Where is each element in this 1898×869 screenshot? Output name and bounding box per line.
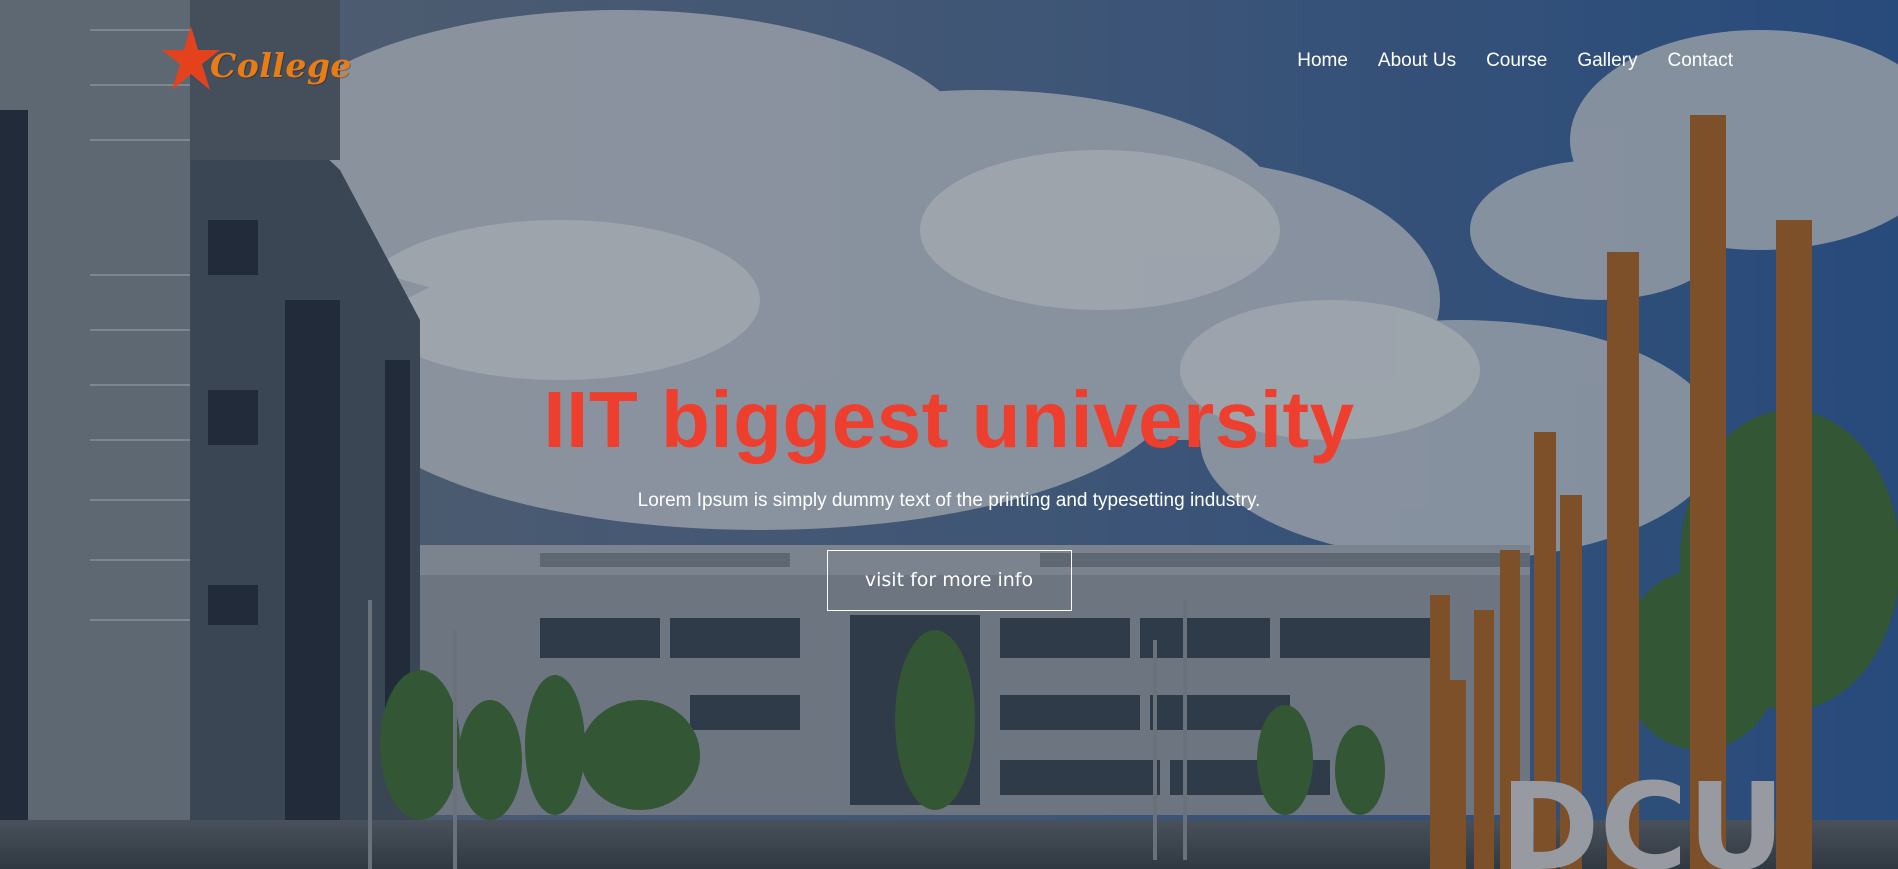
hero-section: DCU College Home About Us Course Gallery… bbox=[0, 0, 1898, 869]
logo-link[interactable]: College bbox=[162, 24, 351, 100]
top-navbar: College Home About Us Course Gallery Con… bbox=[0, 0, 1898, 120]
nav-item-course[interactable]: Course bbox=[1486, 48, 1547, 74]
hero-title: IIT biggest university bbox=[543, 375, 1355, 464]
nav-item-home[interactable]: Home bbox=[1297, 48, 1348, 74]
logo-text: College bbox=[210, 46, 352, 85]
main-nav: Home About Us Course Gallery Contact bbox=[1267, 48, 1733, 74]
visit-more-info-button[interactable]: visit for more info bbox=[826, 550, 1072, 611]
hero-content: IIT biggest university Lorem Ipsum is si… bbox=[0, 370, 1898, 611]
nav-item-gallery[interactable]: Gallery bbox=[1577, 48, 1637, 74]
nav-item-contact[interactable]: Contact bbox=[1668, 48, 1733, 74]
nav-item-about-us[interactable]: About Us bbox=[1378, 48, 1456, 74]
hero-subtitle: Lorem Ipsum is simply dummy text of the … bbox=[637, 490, 1261, 511]
